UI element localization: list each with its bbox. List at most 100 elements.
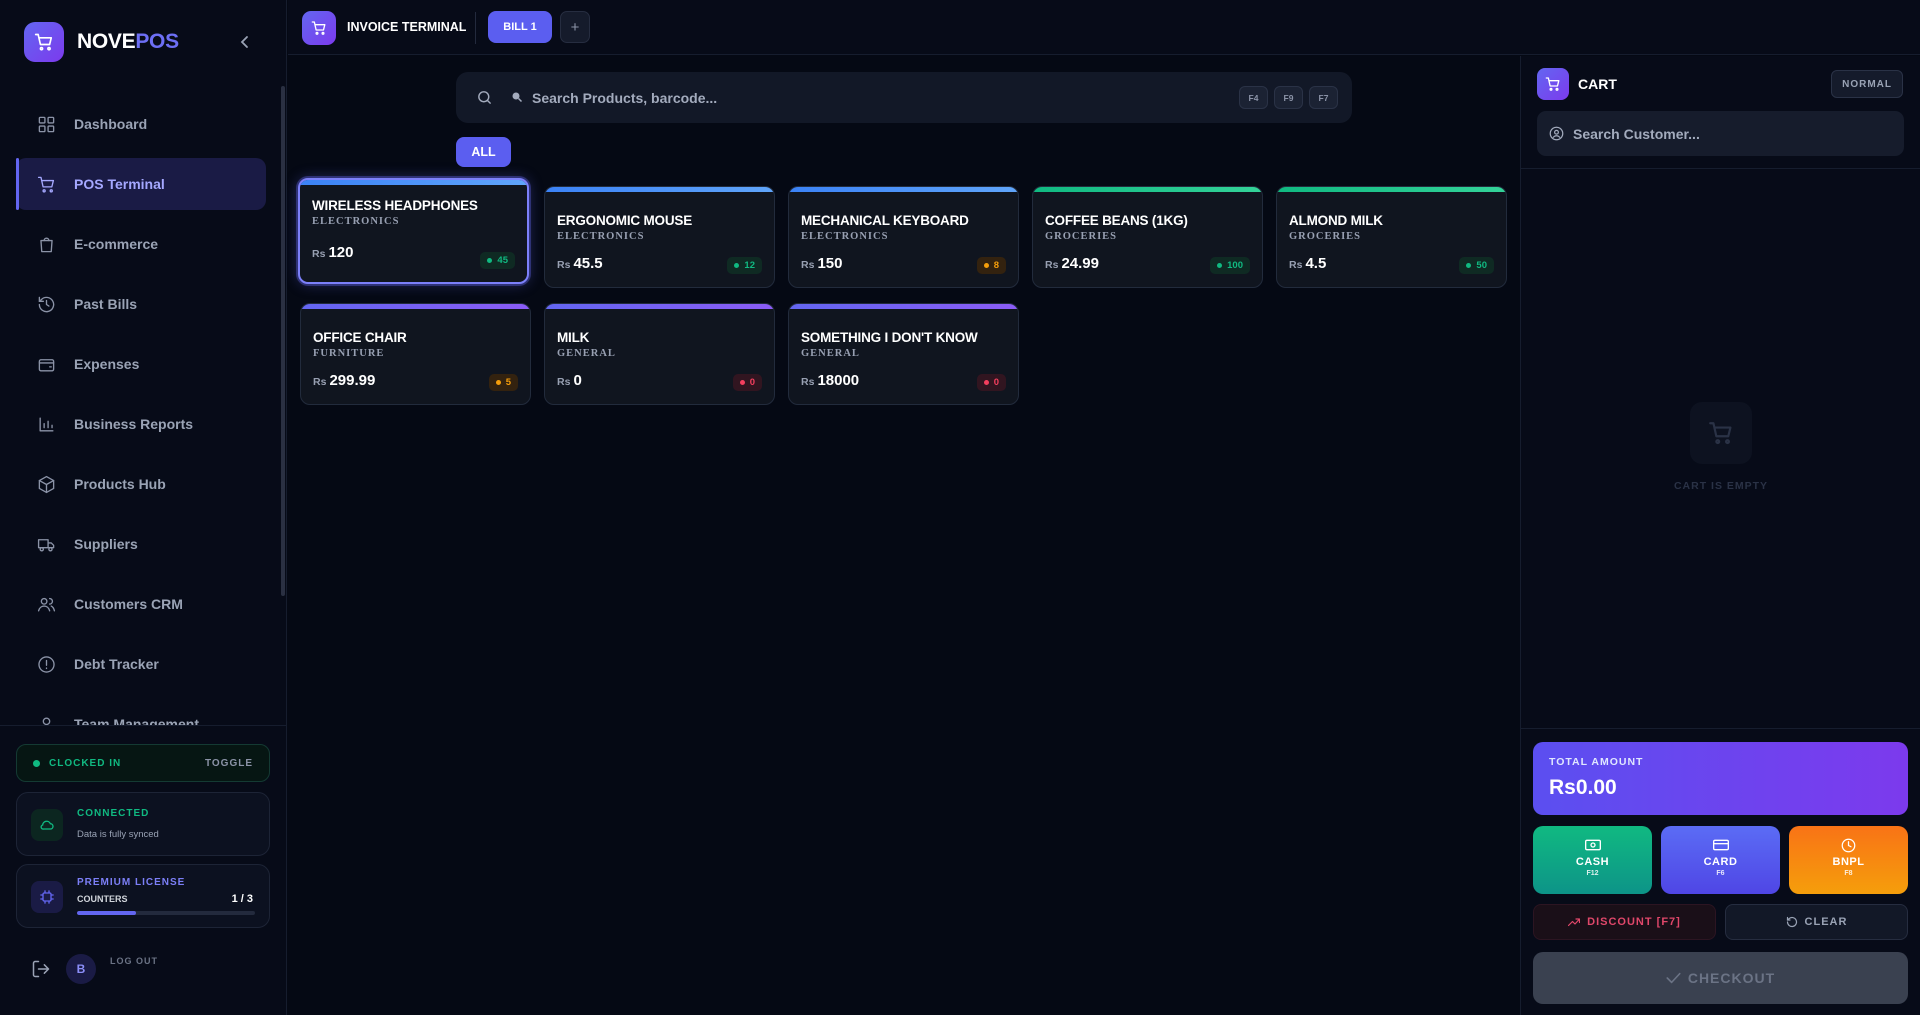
sidebar-item-expenses[interactable]: Expenses bbox=[16, 338, 266, 390]
tab-bill-1[interactable]: BILL 1 bbox=[488, 11, 552, 43]
brand: NOVEPOS bbox=[24, 22, 179, 62]
stock-badge: 0 bbox=[976, 374, 1006, 391]
license-count: 1 / 3 bbox=[231, 893, 253, 905]
cloud-sync-icon bbox=[31, 809, 63, 841]
product-price: Rs 45.5 bbox=[557, 255, 603, 272]
card-accent-bar bbox=[301, 304, 530, 309]
trending-up-icon bbox=[1568, 917, 1581, 927]
product-category: ELECTRONICS bbox=[801, 231, 889, 242]
product-search-bar: F4 F9 F7 bbox=[456, 72, 1352, 123]
search-input[interactable] bbox=[532, 88, 1132, 108]
stock-count: 0 bbox=[993, 377, 999, 388]
product-name: OFFICE CHAIR bbox=[313, 330, 407, 345]
sidebar: NOVEPOS Dashboard POS Terminal E-commerce P… bbox=[0, 0, 287, 1015]
product-category: GENERAL bbox=[557, 348, 616, 359]
currency-label: Rs bbox=[801, 376, 815, 388]
stock-badge: 100 bbox=[1210, 257, 1250, 274]
product-card-almond-milk[interactable]: ALMOND MILK GROCERIES Rs 4.5 50 bbox=[1276, 186, 1507, 288]
logout-label[interactable]: LOG OUT bbox=[110, 956, 158, 966]
brand-name-part1: NOVE bbox=[77, 30, 136, 53]
stock-count: 12 bbox=[744, 260, 755, 271]
pay-card-button[interactable]: CARD F6 bbox=[1661, 826, 1780, 894]
user-logout: B LOG OUT bbox=[30, 954, 158, 984]
status-dot bbox=[33, 759, 40, 767]
brand-logo-cart-icon bbox=[24, 22, 64, 62]
sidebar-item-team-management[interactable]: Team Management bbox=[16, 698, 266, 726]
pay-bnpl-label: BNPL bbox=[1832, 856, 1865, 868]
connection-card: CONNECTED Data is fully synced bbox=[16, 792, 270, 856]
discount-button[interactable]: DISCOUNT [F7] bbox=[1533, 904, 1716, 940]
sidebar-item-label: Business Reports bbox=[74, 416, 194, 432]
sidebar-item-label: Expenses bbox=[74, 356, 140, 372]
sidebar-item-pos-terminal[interactable]: POS Terminal bbox=[16, 158, 266, 210]
product-category: GENERAL bbox=[801, 348, 860, 359]
connection-title: CONNECTED bbox=[77, 808, 150, 819]
customer-search-input[interactable] bbox=[1573, 124, 1873, 144]
checkout-button[interactable]: CHECKOUT bbox=[1533, 952, 1908, 1004]
sidebar-item-label: Customers CRM bbox=[74, 596, 183, 612]
total-value: Rs0.00 bbox=[1549, 776, 1617, 799]
add-bill-button[interactable]: + bbox=[560, 11, 590, 43]
product-card-mechanical-keyboard[interactable]: MECHANICAL KEYBOARD ELECTRONICS Rs 150 8 bbox=[788, 186, 1019, 288]
logout-icon[interactable] bbox=[30, 958, 52, 980]
clock-toggle-button[interactable]: TOGGLE bbox=[205, 758, 253, 769]
cart-mode-button[interactable]: NORMAL bbox=[1831, 70, 1903, 98]
page-title: INVOICE TERMINAL bbox=[347, 20, 467, 34]
product-card-milk[interactable]: MILK GENERAL Rs 0 0 bbox=[544, 303, 775, 405]
shortcut-key-f9: F9 bbox=[1274, 86, 1303, 109]
users-icon bbox=[36, 594, 56, 614]
clear-cart-button[interactable]: CLEAR bbox=[1725, 904, 1908, 940]
collapse-sidebar-chevron-left-icon[interactable] bbox=[236, 32, 254, 52]
currency-label: Rs bbox=[1045, 259, 1059, 271]
checkout-label: CHECKOUT bbox=[1687, 970, 1776, 986]
user-circle-icon bbox=[1549, 126, 1564, 141]
product-card-coffee-beans-1kg[interactable]: COFFEE BEANS (1KG) GROCERIES Rs 24.99 100 bbox=[1032, 186, 1263, 288]
stock-badge: 12 bbox=[727, 257, 762, 274]
price-value: 45.5 bbox=[573, 255, 603, 272]
sidebar-item-products-hub[interactable]: Products Hub bbox=[16, 458, 266, 510]
stock-count: 8 bbox=[993, 260, 999, 271]
stock-dot bbox=[983, 263, 989, 268]
divider bbox=[475, 12, 476, 44]
product-card-wireless-headphones[interactable]: WIRELESS HEADPHONES ELECTRONICS Rs 120 45 bbox=[298, 178, 529, 284]
cart-icon bbox=[1537, 68, 1569, 100]
alert-circle-icon bbox=[36, 654, 56, 674]
sidebar-item-label: Suppliers bbox=[74, 536, 138, 552]
sidebar-item-suppliers[interactable]: Suppliers bbox=[16, 518, 266, 570]
product-name: COFFEE BEANS (1KG) bbox=[1045, 213, 1188, 228]
sidebar-item-debt-tracker[interactable]: Debt Tracker bbox=[16, 638, 266, 690]
sidebar-item-customers-crm[interactable]: Customers CRM bbox=[16, 578, 266, 630]
product-category: FURNITURE bbox=[313, 348, 385, 359]
product-name: MILK bbox=[557, 330, 590, 345]
chip-icon bbox=[31, 881, 63, 913]
pay-cash-shortcut: F12 bbox=[1586, 870, 1599, 877]
sidebar-item-business-reports[interactable]: Business Reports bbox=[16, 398, 266, 450]
avatar[interactable]: B bbox=[66, 954, 96, 984]
shortcut-key-f7: F7 bbox=[1309, 86, 1338, 109]
cart-panel: CART NORMAL CART IS EMPTY TOTAL AMOUNT R… bbox=[1520, 56, 1920, 1015]
price-value: 120 bbox=[328, 244, 354, 261]
sidebar-scrollbar[interactable] bbox=[281, 86, 285, 596]
top-bar: INVOICE TERMINAL BILL 1 + bbox=[288, 0, 1920, 55]
product-card-ergonomic-mouse[interactable]: ERGONOMIC MOUSE ELECTRONICS Rs 45.5 12 bbox=[544, 186, 775, 288]
price-value: 299.99 bbox=[329, 372, 376, 389]
product-price: Rs 299.99 bbox=[313, 372, 375, 389]
pay-bnpl-shortcut: F8 bbox=[1844, 870, 1853, 877]
currency-label: Rs bbox=[1289, 259, 1303, 271]
sidebar-item-past-bills[interactable]: Past Bills bbox=[16, 278, 266, 330]
stock-count: 0 bbox=[749, 377, 755, 388]
credit-card-icon bbox=[1712, 838, 1730, 852]
license-counters-label: COUNTERS bbox=[77, 894, 128, 904]
license-progress-bar bbox=[77, 911, 255, 915]
stock-count: 100 bbox=[1227, 260, 1243, 271]
category-all-button[interactable]: ALL bbox=[456, 137, 511, 167]
card-accent-bar bbox=[545, 187, 774, 192]
product-card-something-i-don-t-know[interactable]: SOMETHING I DON'T KNOW GENERAL Rs 18000 0 bbox=[788, 303, 1019, 405]
sidebar-item-dashboard[interactable]: Dashboard bbox=[16, 98, 266, 150]
sidebar-item-e-commerce[interactable]: E-commerce bbox=[16, 218, 266, 270]
pay-bnpl-button[interactable]: BNPL F8 bbox=[1789, 826, 1908, 894]
price-value: 0 bbox=[573, 372, 582, 389]
pay-cash-button[interactable]: CASH F12 bbox=[1533, 826, 1652, 894]
stock-dot bbox=[487, 258, 493, 263]
product-card-office-chair[interactable]: OFFICE CHAIR FURNITURE Rs 299.99 5 bbox=[300, 303, 531, 405]
